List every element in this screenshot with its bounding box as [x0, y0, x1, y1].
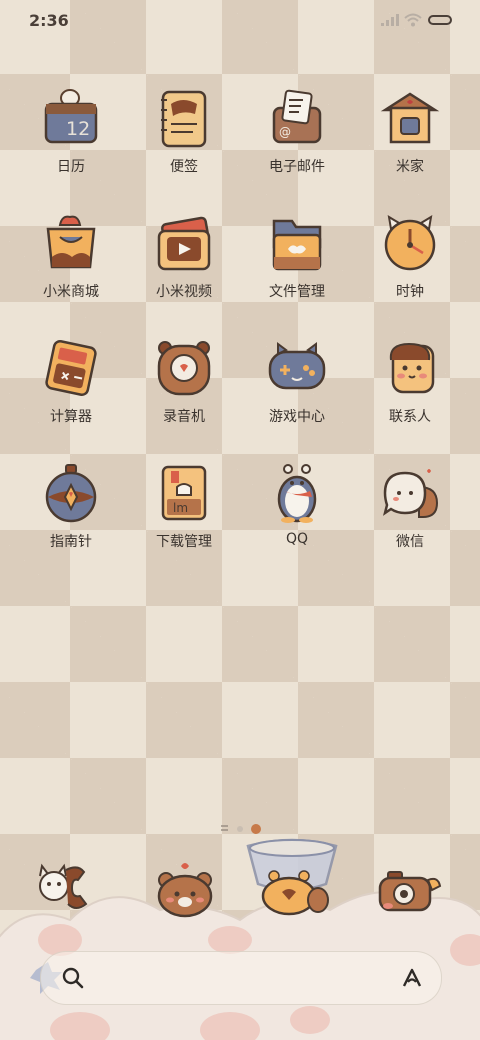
mi-video-icon: [157, 216, 211, 271]
signal-icon: [381, 14, 399, 26]
app-label: 下载管理: [156, 534, 212, 550]
app-compass[interactable]: 指南针: [16, 463, 126, 551]
app-label: 米家: [396, 159, 424, 175]
battery-icon: [428, 15, 452, 25]
camera-icon: [378, 871, 442, 912]
app-label: QQ: [285, 531, 309, 547]
svg-text:lm: lm: [173, 501, 188, 515]
app-label: 微信: [396, 534, 424, 550]
file-folder-icon: [272, 219, 322, 271]
svg-text:12: 12: [66, 118, 90, 140]
app-clock[interactable]: 时钟: [355, 213, 465, 301]
app-file-manager[interactable]: 文件管理: [242, 213, 352, 301]
mi-store-bag-icon: [46, 215, 96, 269]
download-manager-icon: lm: [161, 465, 207, 521]
app-label: 录音机: [163, 409, 205, 425]
app-label: 游戏中心: [269, 409, 325, 425]
clock-icon: [384, 215, 436, 271]
compass-icon: [45, 464, 97, 523]
search-bar[interactable]: [40, 951, 442, 1005]
phone-cat-icon: [39, 863, 88, 909]
mijia-house-icon: [380, 92, 440, 144]
dock-camera[interactable]: [378, 866, 442, 920]
app-calendar[interactable]: 12 日历: [16, 88, 126, 176]
dock-browser[interactable]: [244, 836, 340, 924]
svg-text:@: @: [279, 125, 291, 139]
notes-icon: [161, 90, 207, 148]
app-game-center[interactable]: 游戏中心: [242, 338, 352, 426]
contacts-icon: [389, 342, 435, 394]
app-qq[interactable]: QQ: [242, 463, 352, 547]
app-recorder[interactable]: 录音机: [129, 338, 239, 426]
app-label: 日历: [57, 159, 85, 175]
app-contacts[interactable]: 联系人: [355, 338, 465, 426]
app-mi-video[interactable]: 小米视频: [129, 213, 239, 301]
app-download-manager[interactable]: lm 下载管理: [129, 463, 239, 551]
game-controller-icon: [268, 342, 326, 390]
dock-messages[interactable]: [154, 858, 216, 924]
email-icon: @: [272, 89, 322, 144]
app-label: 电子邮件: [269, 159, 325, 175]
dock-phone[interactable]: [34, 860, 100, 920]
app-mi-store[interactable]: 小米商城: [16, 213, 126, 301]
app-mijia[interactable]: 米家: [355, 88, 465, 176]
calendar-icon: 12: [44, 89, 98, 144]
app-calculator[interactable]: 计算器: [16, 338, 126, 426]
app-wechat[interactable]: 微信: [355, 463, 465, 551]
app-label: 时钟: [396, 284, 424, 300]
messages-bear-icon: [157, 863, 213, 918]
app-label: 便签: [170, 159, 198, 175]
app-label: 计算器: [50, 409, 92, 425]
search-icon[interactable]: [61, 966, 85, 990]
app-label: 文件管理: [269, 284, 325, 300]
wifi-icon: [404, 13, 422, 27]
voice-assistant-icon[interactable]: [401, 966, 425, 990]
status-bar: 2:36: [0, 0, 480, 42]
browser-bowl-icon: [246, 838, 338, 916]
app-label: 联系人: [389, 409, 431, 425]
recorder-bear-icon: [157, 341, 211, 396]
app-label: 小米视频: [156, 284, 212, 300]
app-label: 指南针: [50, 534, 92, 550]
app-label: 小米商城: [43, 284, 99, 300]
app-notes[interactable]: 便签: [129, 88, 239, 176]
app-email[interactable]: @ 电子邮件: [242, 88, 352, 176]
calculator-icon: [45, 340, 97, 396]
qq-penguin-icon: [277, 464, 317, 523]
wechat-bubble-icon: [383, 469, 439, 518]
status-time: 2:36: [29, 11, 69, 30]
